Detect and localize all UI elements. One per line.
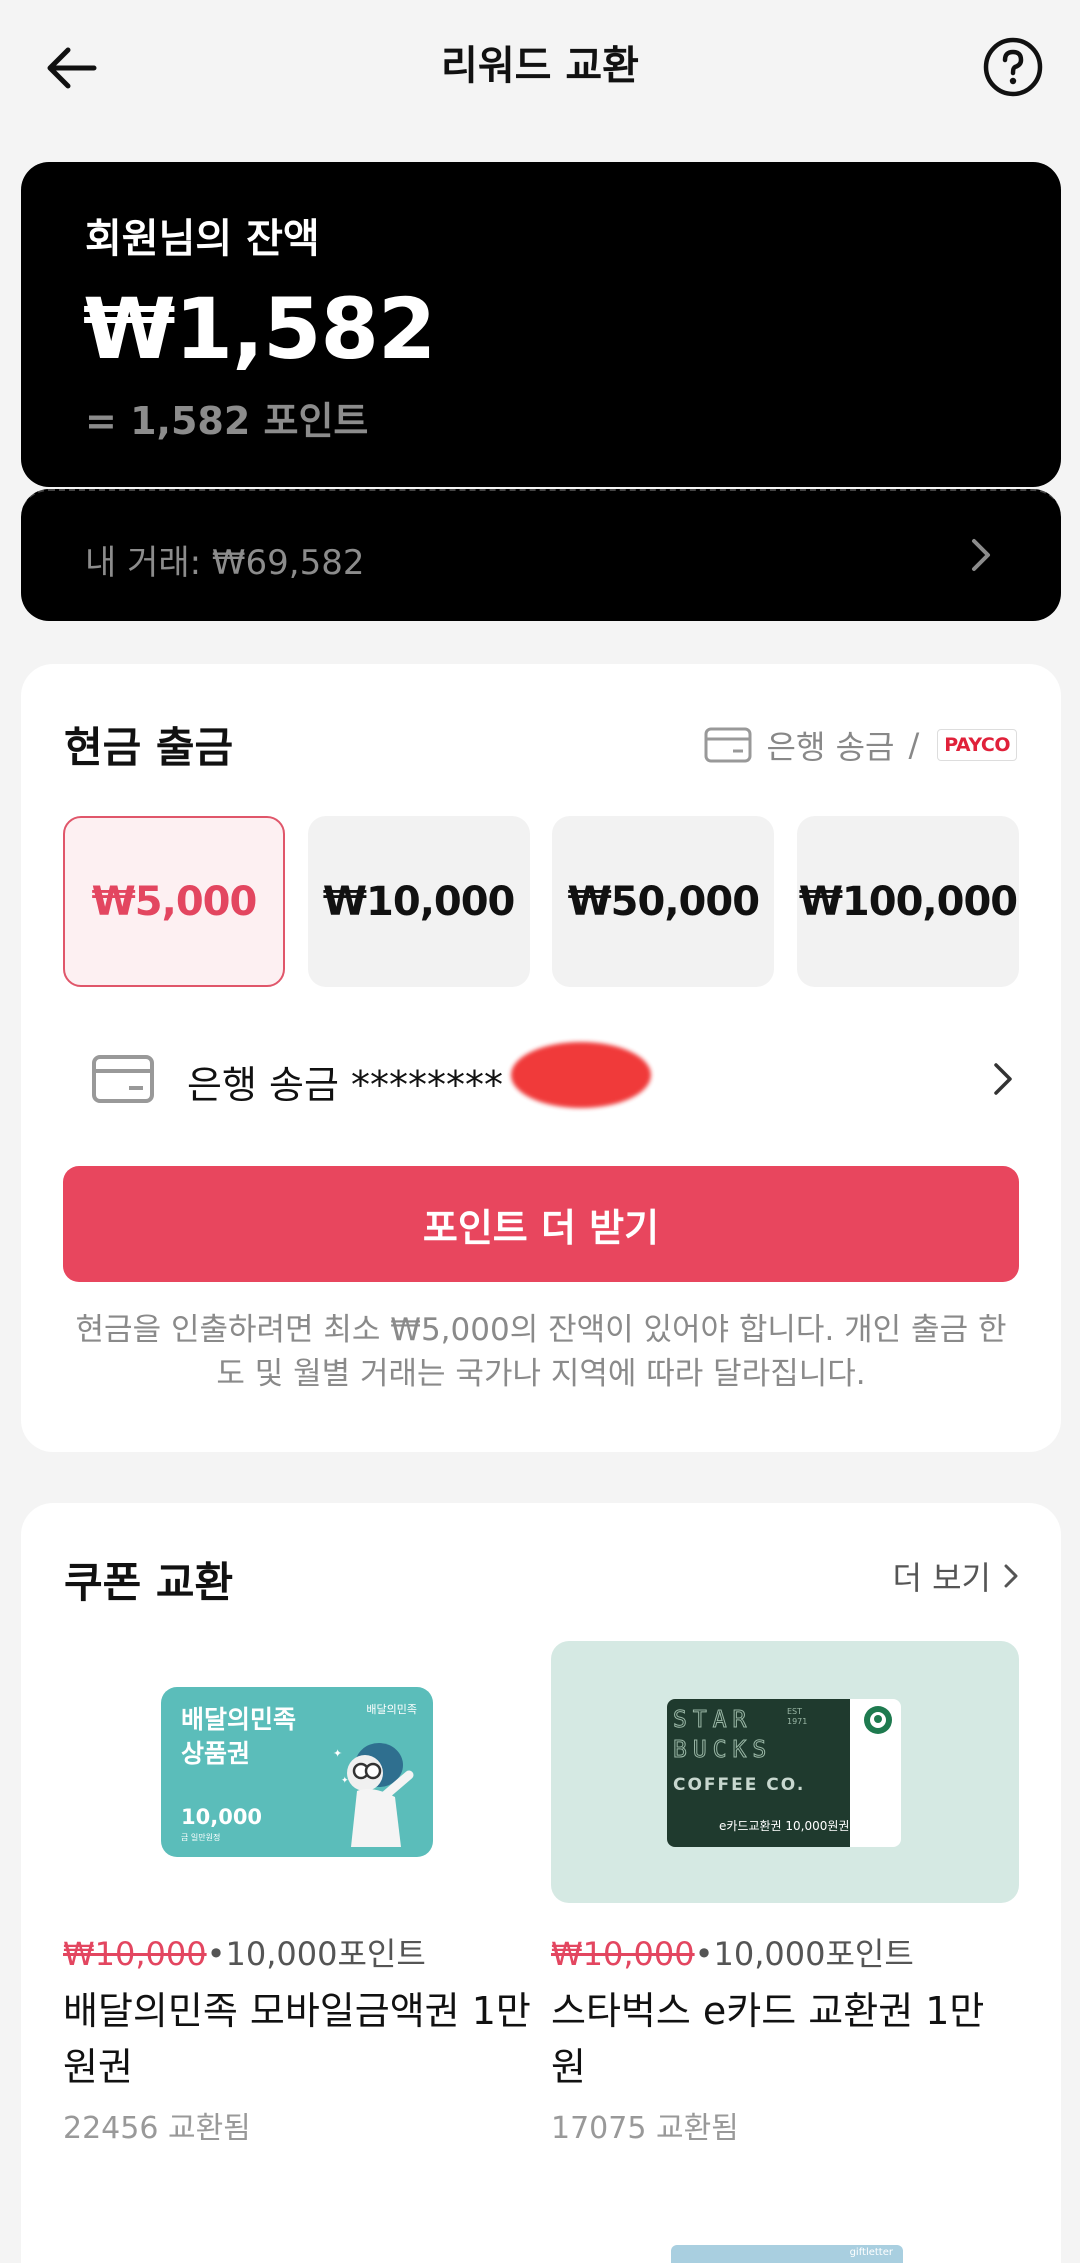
original-price: ₩10,000 (63, 1935, 207, 1973)
coupon-image: 배달의민족 배달의민족 상품권 10,000 금 일만원정 ✦ ✦ (63, 1641, 531, 1903)
coupon-price: ₩10,000•10,000포인트 (551, 1929, 1019, 1975)
see-more-label: 더 보기 (892, 1559, 992, 1597)
transactions-row[interactable]: 내 거래: ₩69,582 (21, 489, 1061, 621)
bank-account-text: 은행 송금 ******** (187, 1063, 503, 1107)
coupon-name: 스타벅스 e카드 교환권 1만원 (551, 1989, 985, 2089)
chevron-right-icon (994, 1063, 1012, 1095)
cash-withdrawal-card: 현금 출금 은행 송금 / PAYCO ₩5,000 ₩10,000 ₩50,0… (21, 664, 1061, 1452)
starbucks-logo-icon (864, 1706, 892, 1734)
payco-logo: PAYCO (937, 729, 1017, 761)
coupon-name: 배달의민족 모바일금액권 1만원권 (63, 1989, 531, 2089)
redaction-mark (511, 1042, 651, 1108)
coupon-price: ₩10,000•10,000포인트 (63, 1929, 531, 1975)
character-illustration-icon: ✦ ✦ (333, 1743, 414, 1847)
amount-option-50000[interactable]: ₩50,000 (552, 816, 775, 987)
original-price: ₩10,000 (551, 1935, 695, 1973)
balance-label: 회원님의 잔액 (85, 216, 320, 262)
method-bank-label: 은행 송금 (766, 728, 895, 766)
chevron-right-icon (1004, 1564, 1018, 1588)
amount-option-5000[interactable]: ₩5,000 (63, 816, 285, 987)
exchange-count: 22456 교환됨 (63, 2111, 251, 2146)
page-title: 리워드 교환 (441, 43, 639, 89)
chevron-right-icon (972, 539, 990, 571)
cash-title: 현금 출금 (64, 723, 234, 772)
baemin-gift-card-image: 배달의민족 배달의민족 상품권 10,000 금 일만원정 ✦ ✦ (161, 1687, 433, 1857)
points-price: •10,000포인트 (694, 1935, 914, 1973)
transactions-label: 내 거래: ₩69,582 (85, 543, 365, 583)
exchange-count: 17075 교환됨 (551, 2111, 739, 2146)
bank-account-row[interactable]: 은행 송금 ******** (63, 1034, 1019, 1124)
coupon-exchange-card: 쿠폰 교환 더 보기 배달의민족 배달의민족 상품권 10,000 금 일만원정 (21, 1503, 1061, 2263)
svg-text:✦: ✦ (341, 1776, 349, 1786)
coupon-item-baemin[interactable]: 배달의민족 배달의민족 상품권 10,000 금 일만원정 ✦ ✦ ₩10,00… (63, 1641, 531, 2147)
amount-option-100000[interactable]: ₩100,000 (796, 816, 1019, 987)
help-icon[interactable] (982, 36, 1044, 98)
coupon-image: STAR BUCKS EST 1971 COFFEE CO. e카드교환권 10,0… (551, 1641, 1019, 1903)
coupon-title: 쿠폰 교환 (64, 1558, 234, 1607)
balance-amount: ₩1,582 (83, 280, 436, 378)
next-coupon-image-partial: giftletter (671, 2245, 903, 2263)
balance-card: 회원님의 잔액 ₩1,582 = 1,582 포인트 (21, 162, 1061, 487)
get-more-points-button[interactable]: 포인트 더 받기 (63, 1166, 1019, 1282)
starbucks-card-image: STAR BUCKS EST 1971 COFFEE CO. e카드교환권 10,0… (667, 1699, 901, 1847)
header: 리워드 교환 (0, 0, 1080, 135)
amount-option-10000[interactable]: ₩10,000 (307, 816, 530, 987)
card-icon (704, 727, 752, 763)
balance-points: = 1,582 포인트 (85, 399, 369, 443)
svg-text:✦: ✦ (333, 1747, 342, 1760)
withdrawal-notice: 현금을 인출하려면 최소 ₩5,000의 잔액이 있어야 합니다. 개인 출금 … (75, 1312, 1007, 1392)
method-separator: / (908, 726, 920, 764)
points-price: •10,000포인트 (206, 1935, 426, 1973)
withdrawal-methods: 은행 송금 / PAYCO (703, 722, 1017, 768)
see-more-link[interactable]: 더 보기 (893, 1553, 1022, 1599)
amount-options: ₩5,000 ₩10,000 ₩50,000 ₩100,000 (63, 816, 1019, 987)
card-icon (92, 1055, 154, 1103)
coupon-item-starbucks[interactable]: STAR BUCKS EST 1971 COFFEE CO. e카드교환권 10,0… (551, 1641, 1019, 2147)
